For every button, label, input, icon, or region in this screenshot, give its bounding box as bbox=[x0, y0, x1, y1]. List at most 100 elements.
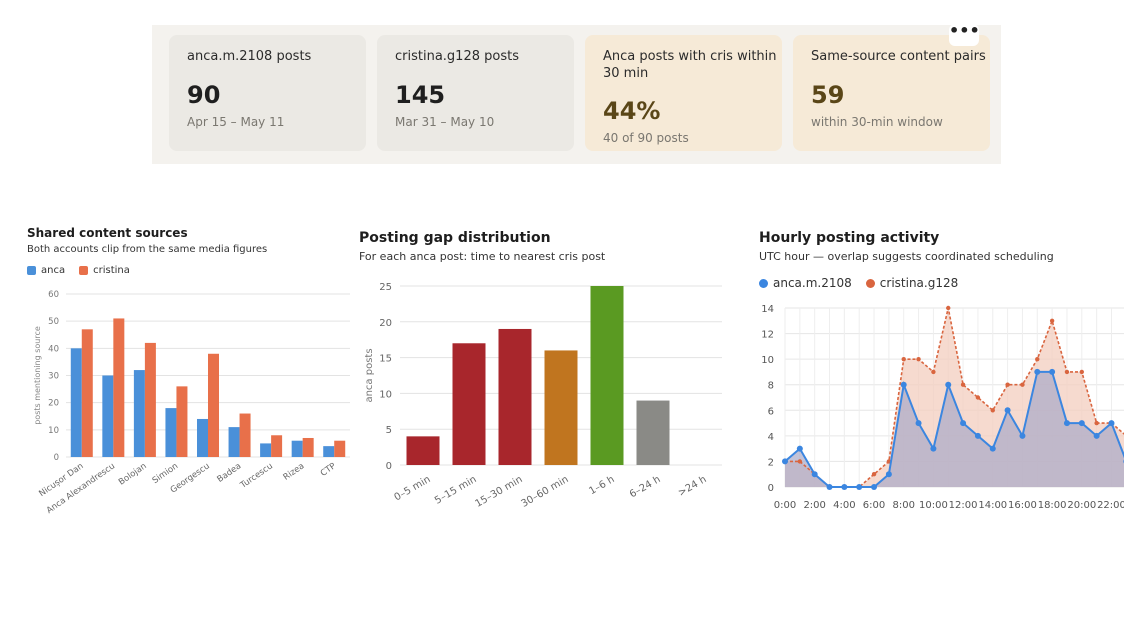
point-anca bbox=[782, 458, 788, 465]
x-tick-label: 30–60 min bbox=[520, 474, 571, 510]
point-cristina bbox=[960, 382, 966, 387]
stat-subtext: Mar 31 – May 10 bbox=[395, 115, 495, 129]
bar bbox=[636, 400, 670, 465]
legend-item-anca: anca.m.2108 bbox=[759, 276, 852, 290]
point-cristina bbox=[990, 408, 995, 413]
x-tick-label: 4:00 bbox=[833, 500, 855, 511]
bar bbox=[452, 343, 486, 465]
bar-cristina bbox=[271, 435, 283, 457]
y-tick-label: 0 bbox=[768, 483, 774, 494]
point-anca bbox=[1049, 368, 1056, 375]
bar-anca bbox=[70, 348, 82, 457]
point-cristina bbox=[871, 472, 877, 477]
y-tick-label: 10 bbox=[379, 389, 392, 400]
x-tick-label: 14:00 bbox=[978, 500, 1007, 511]
point-anca bbox=[1078, 420, 1085, 427]
shared-sources-chart: 0102030405060posts mentioning sourceNicu… bbox=[33, 290, 350, 516]
stat-value: 145 bbox=[395, 81, 446, 109]
stat-card-overlap-percent: Anca posts with cris within 30 min 44% 4… bbox=[585, 35, 782, 151]
point-cristina bbox=[1064, 369, 1070, 375]
bar-cristina bbox=[208, 353, 219, 457]
stat-subtext: Apr 15 – May 11 bbox=[187, 115, 285, 129]
y-tick-label: 4 bbox=[768, 432, 774, 443]
stats-strip: anca.m.2108 posts 90 Apr 15 – May 11 cri… bbox=[152, 25, 1001, 164]
x-tick-label: 1–6 h bbox=[587, 474, 616, 497]
legend-label: anca.m.2108 bbox=[773, 276, 852, 290]
legend-swatch bbox=[27, 266, 36, 275]
x-tick-label: 15–30 min bbox=[474, 474, 525, 510]
point-cristina bbox=[975, 395, 981, 400]
point-cristina bbox=[1049, 318, 1055, 323]
point-anca bbox=[826, 484, 833, 490]
point-cristina bbox=[1079, 369, 1084, 375]
x-tick-label: Turcescu bbox=[238, 461, 275, 491]
x-tick-label: 2:00 bbox=[803, 500, 825, 511]
chart-legend: anca cristina bbox=[27, 265, 144, 276]
legend-label: anca bbox=[41, 265, 66, 276]
y-tick-label: 20 bbox=[48, 399, 59, 409]
stat-card-cristina-posts: cristina.g128 posts 145 Mar 31 – May 10 bbox=[377, 35, 574, 151]
x-tick-label: 12:00 bbox=[949, 500, 978, 511]
bar-cristina bbox=[113, 318, 125, 457]
bar-cristina bbox=[239, 413, 251, 457]
chart-title: Hourly posting activity bbox=[759, 230, 940, 246]
y-tick-label: 15 bbox=[379, 354, 392, 365]
point-cristina bbox=[1035, 356, 1040, 362]
point-anca bbox=[915, 420, 922, 427]
bar bbox=[590, 286, 624, 465]
x-tick-label: 18:00 bbox=[1038, 500, 1067, 511]
y-tick-label: 12 bbox=[761, 330, 774, 341]
x-tick-label: 20:00 bbox=[1067, 500, 1096, 511]
x-tick-label: CTP bbox=[319, 461, 338, 479]
chart-legend: anca.m.2108 cristina.g128 bbox=[759, 276, 972, 290]
stat-label: Same-source content pairs bbox=[811, 49, 986, 64]
legend-label: cristina bbox=[93, 265, 130, 276]
x-tick-label: 5–15 min bbox=[433, 474, 478, 507]
legend-item-anca: anca bbox=[27, 265, 65, 276]
x-tick-label: 0–5 min bbox=[393, 474, 433, 503]
y-tick-label: 6 bbox=[768, 406, 774, 417]
x-tick-label: 6:00 bbox=[863, 500, 885, 511]
x-tick-label: 8:00 bbox=[892, 500, 914, 511]
chart-title: Shared content sources bbox=[27, 226, 188, 240]
bar-anca bbox=[165, 408, 177, 457]
legend-swatch bbox=[759, 278, 768, 288]
stat-card-same-source-pairs: Same-source content pairs 59 within 30-m… bbox=[793, 35, 990, 151]
bar bbox=[544, 350, 578, 465]
stat-value: 90 bbox=[187, 81, 221, 109]
point-anca bbox=[841, 484, 848, 490]
point-cristina bbox=[946, 305, 951, 311]
x-tick-label: 6–24 h bbox=[628, 474, 663, 500]
more-options-button[interactable]: ••• bbox=[949, 23, 980, 46]
stat-label: anca.m.2108 posts bbox=[187, 49, 312, 64]
point-anca bbox=[930, 445, 937, 452]
y-tick-label: 10 bbox=[761, 355, 774, 366]
x-tick-label: 10:00 bbox=[919, 500, 948, 511]
bar bbox=[498, 328, 532, 465]
point-anca bbox=[1063, 420, 1070, 427]
legend-swatch bbox=[79, 266, 89, 275]
legend-item-cristina: cristina.g128 bbox=[865, 276, 959, 290]
point-cristina bbox=[1020, 382, 1025, 387]
bar-cristina bbox=[176, 386, 188, 457]
point-anca bbox=[974, 432, 981, 439]
y-tick-label: 50 bbox=[48, 317, 59, 327]
point-anca bbox=[885, 471, 892, 478]
hourly-activity-chart: 0 2 4 6 8 10 12 14 0:00 2:00 4:00 6:00 8:00 10:00 12:0… bbox=[761, 304, 1124, 511]
chart-title: Posting gap distribution bbox=[359, 230, 551, 246]
bar-cristina bbox=[144, 342, 156, 457]
stat-value: 44% bbox=[603, 97, 661, 125]
point-cristina bbox=[931, 369, 936, 375]
legend-label: cristina.g128 bbox=[879, 276, 959, 290]
bar bbox=[406, 436, 440, 465]
y-tick-label: 8 bbox=[768, 381, 774, 392]
y-tick-label: 60 bbox=[48, 290, 59, 300]
x-tick-label: Bolojan bbox=[117, 461, 149, 487]
y-tick-label: 30 bbox=[48, 372, 59, 382]
point-anca bbox=[1019, 432, 1026, 439]
y-tick-label: 25 bbox=[379, 282, 392, 293]
point-cristina bbox=[1005, 382, 1010, 387]
point-cristina bbox=[797, 459, 803, 464]
point-anca bbox=[989, 445, 996, 452]
y-tick-label: 10 bbox=[48, 426, 59, 436]
